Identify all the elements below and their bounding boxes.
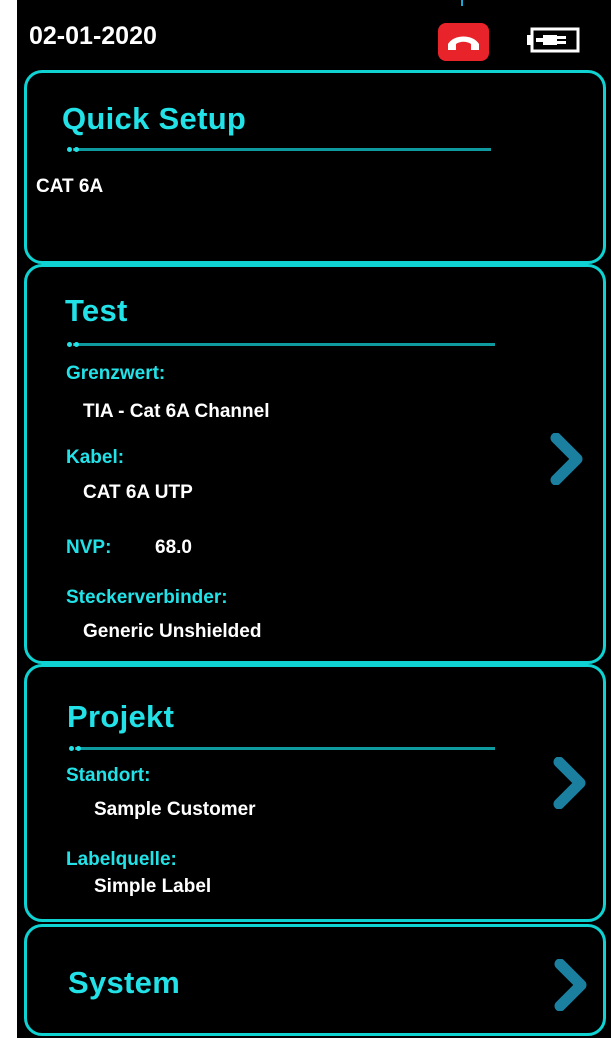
chevron-right-icon[interactable]: [554, 959, 588, 1011]
site-label: Standort:: [66, 765, 151, 786]
phone-hangup-button[interactable]: [438, 23, 489, 61]
limit-value: TIA - Cat 6A Channel: [83, 401, 270, 422]
date-display: 02-01-2020: [29, 22, 157, 50]
project-card[interactable]: Projekt Standort: Sample Customer Labelq…: [24, 664, 606, 922]
quick-setup-card[interactable]: Quick Setup CAT 6A: [24, 70, 606, 264]
connector-value: Generic Unshielded: [83, 621, 262, 642]
chevron-right-icon[interactable]: [550, 433, 584, 485]
label-source-label: Labelquelle:: [66, 849, 177, 870]
system-title: System: [68, 965, 181, 1000]
phone-hangup-icon: [448, 36, 479, 50]
test-title: Test: [65, 293, 128, 328]
battery-charging-icon: [527, 27, 580, 53]
quick-setup-title: Quick Setup: [62, 101, 247, 136]
status-bar: 02-01-2020: [17, 0, 611, 66]
connector-label: Steckerverbinder:: [66, 587, 228, 608]
quick-setup-value: CAT 6A: [36, 176, 104, 197]
nvp-label: NVP:: [66, 537, 112, 558]
project-title: Projekt: [67, 699, 175, 734]
cable-label: Kabel:: [66, 447, 125, 468]
label-source-value: Simple Label: [94, 876, 212, 897]
test-divider: [67, 342, 495, 347]
tester-screen: 02-01-2020 Quick Setup CAT 6A Test Grenz…: [17, 0, 611, 1038]
cable-value: CAT 6A UTP: [83, 482, 193, 503]
nvp-value: 68.0: [155, 537, 192, 558]
chevron-right-icon[interactable]: [553, 757, 587, 809]
test-card[interactable]: Test Grenzwert: TIA - Cat 6A Channel Kab…: [24, 264, 606, 664]
project-divider: [69, 746, 495, 751]
limit-label: Grenzwert:: [66, 363, 166, 384]
scroll-indicator: [461, 0, 463, 6]
quick-setup-divider: [67, 147, 491, 152]
system-card[interactable]: System: [24, 924, 606, 1036]
site-value: Sample Customer: [94, 799, 256, 820]
